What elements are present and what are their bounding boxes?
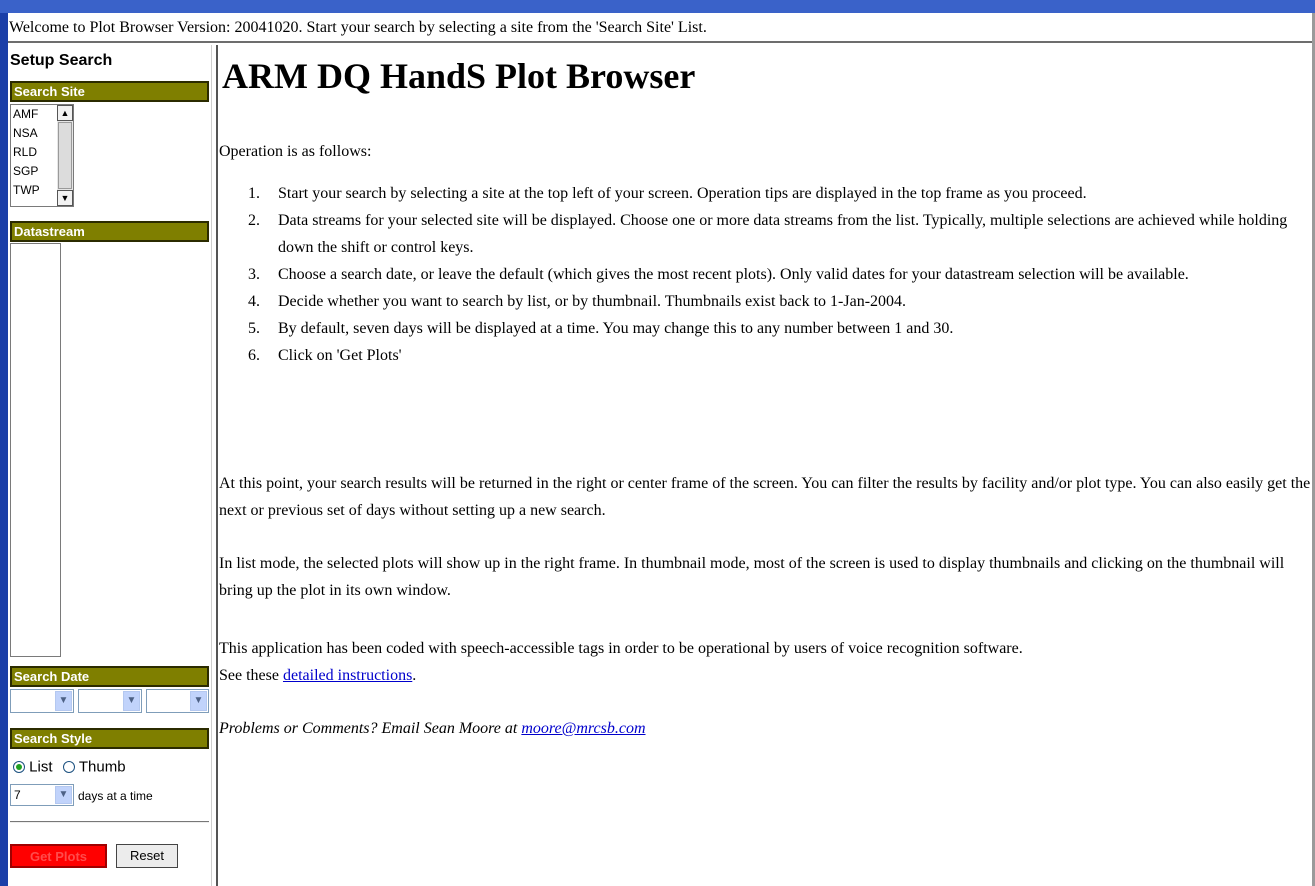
days-value: 7: [14, 788, 21, 802]
list-item: 3. Choose a search date, or leave the def…: [248, 261, 1312, 288]
setup-search-panel: Setup Search Search Site AMF NSA RLD SGP…: [8, 45, 211, 886]
operation-steps-list: 1. Start your search by selecting a site …: [248, 180, 1312, 369]
days-select[interactable]: 7 ▼: [10, 784, 74, 806]
divider: [10, 821, 209, 823]
step-text: Data streams for your selected site will…: [278, 212, 1288, 256]
search-site-header: Search Site: [10, 81, 209, 102]
step-number: 1.: [248, 185, 260, 202]
scroll-up-arrow-icon[interactable]: ▲: [57, 105, 73, 121]
chevron-down-icon[interactable]: ▼: [190, 691, 207, 711]
main-content-frame: ARM DQ HandS Plot Browser Operation is a…: [218, 45, 1312, 886]
list-item: 5. By default, seven days will be display…: [248, 315, 1312, 342]
step-number: 5.: [248, 320, 260, 337]
email-link[interactable]: moore@mrcsb.com: [521, 720, 645, 737]
detailed-instructions-link[interactable]: detailed instructions: [283, 667, 412, 684]
search-month-select[interactable]: ▼: [10, 689, 74, 713]
step-number: 3.: [248, 266, 260, 283]
site-list-scrollbar[interactable]: ▲ ▼: [57, 105, 73, 206]
accessibility-paragraph: This application has been coded with spe…: [219, 635, 1311, 689]
modes-paragraph: In list mode, the selected plots will sh…: [219, 555, 1285, 599]
step-number: 4.: [248, 293, 260, 310]
list-radio-label: List: [29, 758, 53, 776]
list-item: 1. Start your search by selecting a site …: [248, 180, 1312, 207]
setup-search-title: Setup Search: [10, 52, 113, 69]
accessibility-text: This application has been coded with spe…: [219, 640, 1023, 657]
days-at-a-time-label: days at a time: [78, 789, 153, 803]
see-these-text: See these: [219, 667, 283, 684]
list-radio[interactable]: [13, 761, 25, 774]
status-message-frame: Welcome to Plot Browser Version: 2004102…: [8, 13, 1312, 43]
search-year-select[interactable]: ▼: [146, 689, 209, 713]
page-title: ARM DQ HandS Plot Browser: [222, 56, 696, 96]
search-date-header: Search Date: [10, 666, 209, 687]
scroll-down-arrow-icon[interactable]: ▼: [57, 190, 73, 206]
reset-button[interactable]: Reset: [116, 844, 178, 868]
search-site-listbox[interactable]: AMF NSA RLD SGP TWP ▲ ▼: [10, 104, 74, 207]
thumb-radio[interactable]: [62, 761, 75, 774]
list-item: 6. Click on 'Get Plots': [248, 342, 1312, 369]
thumb-radio-label: Thumb: [78, 758, 126, 776]
search-day-select[interactable]: ▼: [78, 689, 142, 713]
datastream-header: Datastream: [10, 221, 209, 242]
get-plots-button[interactable]: Get Plots: [10, 844, 107, 868]
intro-text: Operation is as follows:: [219, 143, 372, 160]
step-text: Click on 'Get Plots': [278, 347, 402, 364]
search-style-header: Search Style: [10, 728, 209, 749]
step-text: Choose a search date, or leave the defau…: [278, 266, 1189, 283]
frame-splitter[interactable]: [211, 45, 218, 886]
step-text: By default, seven days will be displayed…: [278, 320, 954, 337]
window-left-edge: [0, 13, 8, 886]
contact-paragraph: Problems or Comments? Email Sean Moore a…: [219, 715, 1311, 742]
step-number: 6.: [248, 347, 260, 364]
chevron-down-icon[interactable]: ▼: [123, 691, 140, 711]
period-text: .: [412, 667, 417, 684]
chevron-down-icon[interactable]: ▼: [55, 691, 72, 711]
list-item: 2. Data streams for your selected site wi…: [248, 207, 1312, 261]
problems-text: Problems or Comments? Email Sean Moore a…: [219, 720, 522, 737]
datastream-listbox[interactable]: [10, 243, 61, 657]
window-top-edge: [0, 0, 1315, 13]
step-text: Start your search by selecting a site at…: [278, 185, 1087, 202]
list-item: 4. Decide whether you want to search by l…: [248, 288, 1312, 315]
step-text: Decide whether you want to search by lis…: [278, 293, 907, 310]
results-paragraph: At this point, your search results will …: [219, 475, 1311, 519]
status-message: Welcome to Plot Browser Version: 2004102…: [9, 19, 707, 36]
chevron-down-icon[interactable]: ▼: [55, 786, 72, 804]
scroll-thumb[interactable]: [58, 122, 72, 189]
search-style-options: List Thumb: [13, 758, 126, 776]
step-number: 2.: [248, 212, 260, 229]
